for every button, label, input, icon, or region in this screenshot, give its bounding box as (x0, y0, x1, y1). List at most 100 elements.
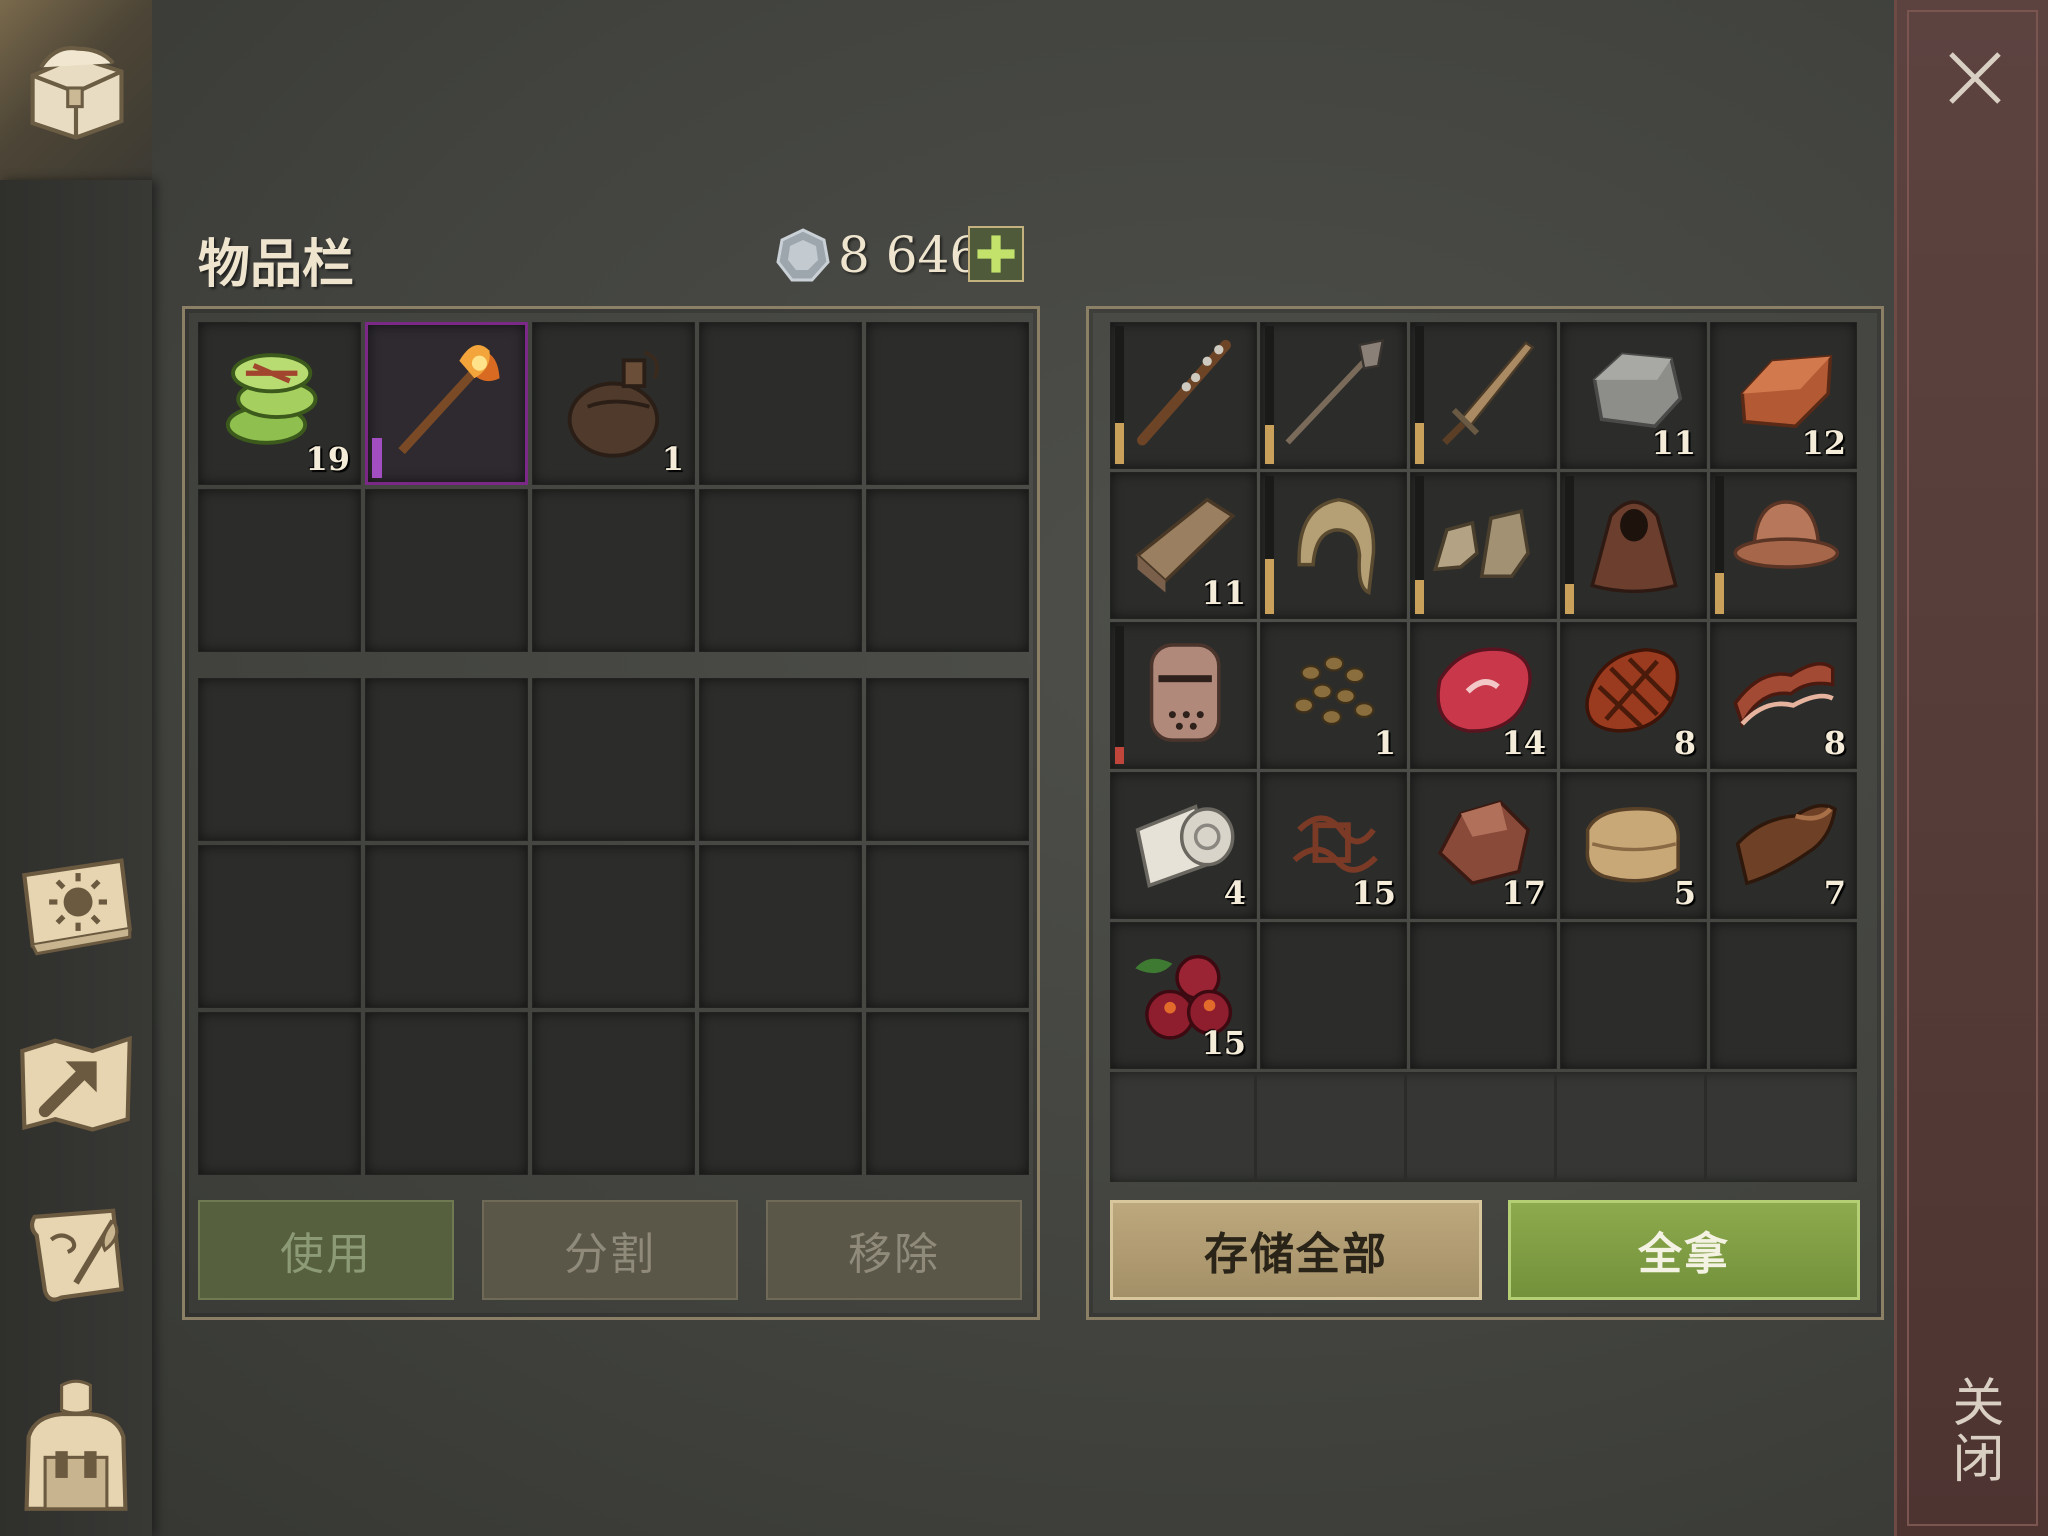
container-slot[interactable] (1560, 1072, 1707, 1182)
backpack-slot[interactable] (866, 678, 1029, 841)
inventory-slot-3[interactable]: 1 (532, 322, 695, 485)
close-label[interactable]: 关闭 (1941, 1366, 2011, 1496)
container-slot[interactable] (1710, 922, 1857, 1069)
durability-bar (1265, 326, 1274, 464)
use-button[interactable]: 使用 (198, 1200, 454, 1300)
inventory-slot-4[interactable] (699, 322, 862, 485)
add-currency-button[interactable] (968, 226, 1024, 282)
backpack-slot[interactable] (532, 845, 695, 1008)
cloak-hood-icon (1589, 499, 1678, 593)
container-slot[interactable] (1560, 472, 1707, 619)
container-slot[interactable]: 17 (1410, 772, 1557, 919)
backpack-slot[interactable] (532, 1012, 695, 1175)
mace-spear-icon (1284, 338, 1384, 445)
hood-icon (1296, 497, 1375, 595)
container-slot[interactable] (1410, 322, 1557, 469)
great-helm-icon (1149, 642, 1221, 742)
backpack-slot[interactable] (198, 1012, 361, 1175)
container-slot[interactable] (1410, 922, 1557, 1069)
item-count: 12 (1801, 424, 1846, 462)
scroll-quill-icon[interactable] (14, 1190, 138, 1314)
sword-icon (1441, 340, 1534, 445)
item-count: 1 (1373, 724, 1396, 762)
durability-bar (1115, 626, 1124, 764)
split-button[interactable]: 分割 (482, 1200, 738, 1300)
durability-bar (372, 438, 382, 478)
backpack-slot[interactable] (365, 678, 528, 841)
container-slot[interactable]: 8 (1560, 622, 1707, 769)
inventory-slot-2[interactable] (365, 322, 528, 485)
backpack-slot[interactable] (866, 845, 1029, 1008)
close-panel-border (1907, 10, 2038, 1526)
inventory-slot-10[interactable] (866, 489, 1029, 652)
container-slot[interactable] (1110, 1072, 1257, 1182)
container-slot[interactable]: 1 (1260, 622, 1407, 769)
backpack-slot[interactable] (365, 845, 528, 1008)
container-slot[interactable] (1710, 472, 1857, 619)
backpack-slot[interactable] (198, 678, 361, 841)
item-count: 15 (1201, 1024, 1246, 1062)
inventory-slot-6[interactable] (198, 489, 361, 652)
item-count: 8 (1823, 724, 1846, 762)
item-count: 7 (1823, 874, 1846, 912)
container-slot[interactable] (1260, 472, 1407, 619)
sidebar (0, 180, 152, 1536)
durability-bar (1415, 326, 1424, 464)
take-all-button[interactable]: 全拿 (1508, 1200, 1860, 1300)
container-slot[interactable]: 14 (1410, 622, 1557, 769)
inventory-slot-7[interactable] (365, 489, 528, 652)
durability-bar (1265, 476, 1274, 614)
item-count: 14 (1501, 724, 1546, 762)
inventory-slot-8[interactable] (532, 489, 695, 652)
backpack-slot[interactable] (699, 845, 862, 1008)
inventory-slot-9[interactable] (699, 489, 862, 652)
container-slot[interactable] (1260, 322, 1407, 469)
container-slot[interactable]: 7 (1710, 772, 1857, 919)
remove-button[interactable]: 移除 (766, 1200, 1022, 1300)
water-flask-icon (567, 350, 660, 458)
daily-quest-book-icon[interactable] (14, 840, 138, 964)
chest-tab[interactable] (0, 0, 152, 180)
item-count: 5 (1673, 874, 1696, 912)
container-slot[interactable]: 15 (1260, 772, 1407, 919)
durability-bar (1415, 476, 1424, 614)
inventory-slot-5[interactable] (866, 322, 1029, 485)
close-icon[interactable] (1945, 48, 2005, 108)
close-panel[interactable]: 关闭 (1894, 0, 2048, 1536)
map-icon[interactable] (14, 1020, 138, 1144)
backpack-slot[interactable] (699, 1012, 862, 1175)
backpack-slot[interactable] (699, 678, 862, 841)
container-slot[interactable]: 11 (1560, 322, 1707, 469)
backpack-slot[interactable] (532, 678, 695, 841)
backpack-slot[interactable] (866, 1012, 1029, 1175)
container-slot[interactable] (1410, 1072, 1557, 1182)
item-count: 19 (305, 440, 350, 478)
container-empty-row (1110, 1072, 1857, 1182)
silver-coin-icon (776, 228, 830, 282)
durability-bar (1565, 476, 1574, 614)
durability-bar (1715, 476, 1724, 614)
container-slot[interactable]: 4 (1110, 772, 1257, 919)
inventory-slot-1[interactable]: 19 (198, 322, 361, 485)
container-slot[interactable] (1710, 1072, 1857, 1182)
container-slot[interactable]: 12 (1710, 322, 1857, 469)
container-slot[interactable] (1560, 922, 1707, 1069)
container-slot[interactable] (1260, 922, 1407, 1069)
store-all-button[interactable]: 存储全部 (1110, 1200, 1482, 1300)
container-slot[interactable] (1110, 622, 1257, 769)
inventory-title: 物品栏 (198, 235, 355, 295)
item-count: 8 (1673, 724, 1696, 762)
container-slot[interactable]: 15 (1110, 922, 1257, 1069)
item-count: 17 (1501, 874, 1546, 912)
backpack-character-icon[interactable] (14, 1375, 138, 1515)
chest-icon (30, 46, 124, 140)
container-slot[interactable]: 8 (1710, 622, 1857, 769)
container-slot[interactable] (1410, 472, 1557, 619)
container-slot[interactable] (1260, 1072, 1407, 1182)
backpack-slot[interactable] (198, 845, 361, 1008)
spiked-club-icon (1136, 339, 1231, 446)
container-slot[interactable]: 11 (1110, 472, 1257, 619)
container-slot[interactable] (1110, 322, 1257, 469)
container-slot[interactable]: 5 (1560, 772, 1707, 919)
backpack-slot[interactable] (365, 1012, 528, 1175)
